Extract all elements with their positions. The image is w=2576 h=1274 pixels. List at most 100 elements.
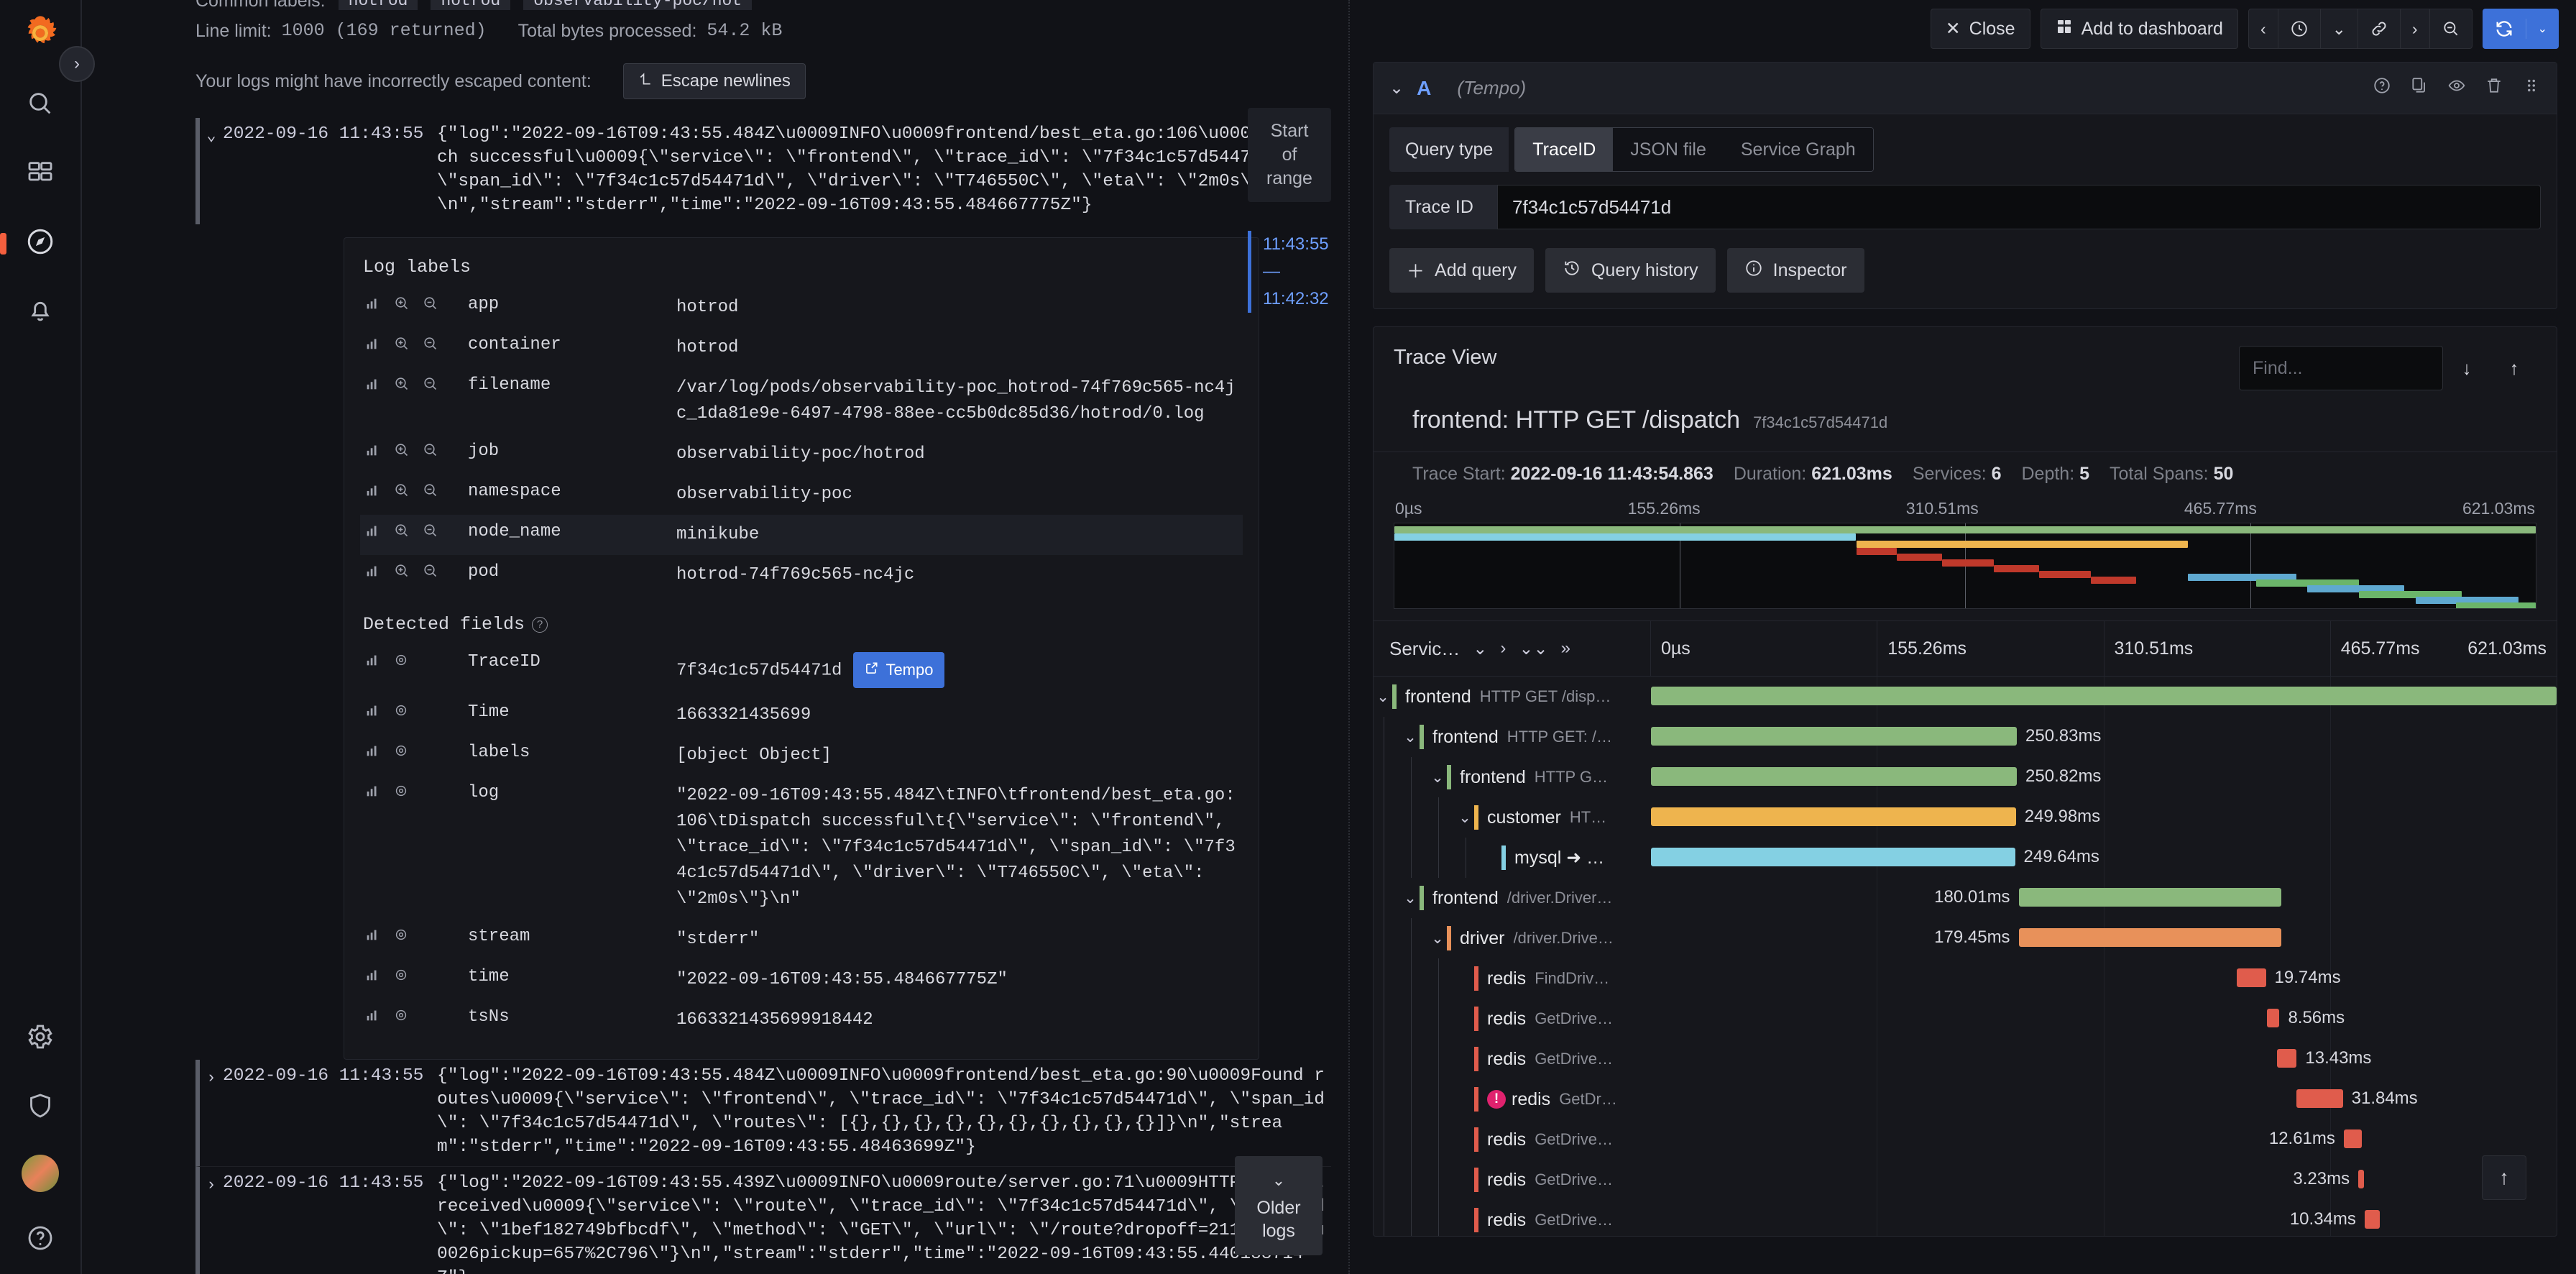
span-row-label[interactable]: ! redis GetDr… (1374, 1079, 1651, 1119)
span-row[interactable]: ⌄ frontend HTTP G… 250.82ms (1374, 757, 2557, 797)
span-row[interactable]: redis GetDrive… 12.61ms (1374, 1119, 2557, 1160)
zoom-out-button[interactable] (2430, 9, 2472, 48)
span-row-label[interactable]: ⌄ frontend HTTP G… (1374, 757, 1651, 797)
pane-divider[interactable] (1348, 0, 1354, 1274)
span-row[interactable]: redis FindDriv… 19.74ms (1374, 958, 2557, 999)
span-row[interactable]: ⌄ driver/driver.Drive… 179.45ms (1374, 918, 2557, 958)
span-row[interactable]: ⌄ frontend HTTP GET: /… 250.83ms (1374, 717, 2557, 757)
log-row[interactable]: › 2022-09-16 11:43:55 {"log":"2022-09-16… (196, 1166, 1331, 1274)
share-link-button[interactable] (2358, 9, 2401, 48)
common-label-chip[interactable]: hotrod (338, 0, 418, 10)
span-row-label[interactable]: mysql ➜ … (1374, 838, 1651, 878)
span-row[interactable]: redis GetDrive… 8.56ms (1374, 999, 2557, 1039)
log-label-row[interactable]: namespace observability-poc (360, 475, 1243, 515)
toggle-visibility-icon[interactable] (393, 652, 422, 672)
escape-newlines-button[interactable]: Escape newlines (622, 63, 806, 99)
query-ref-id[interactable]: A (1417, 77, 1431, 100)
span-row-timeline[interactable]: 249.98ms (1651, 797, 2557, 838)
span-row-label[interactable]: redis GetDrive… (1374, 1119, 1651, 1160)
query-history-button[interactable]: Query history (1545, 248, 1716, 293)
stats-icon[interactable] (364, 702, 393, 722)
log-label-row[interactable]: job observability-poc/hotrod (360, 434, 1243, 475)
span-expand-caret[interactable]: ⌄ (1428, 769, 1447, 787)
detected-field-row[interactable]: stream "stderr" (360, 920, 1243, 960)
trace-minimap[interactable] (1394, 523, 2536, 609)
span-row-timeline[interactable]: 12.61ms (1651, 1119, 2557, 1160)
span-expand-caret[interactable]: ⌄ (1428, 930, 1447, 948)
span-row-timeline[interactable] (1651, 677, 2557, 717)
nav-item-alerting[interactable] (0, 278, 80, 347)
stats-icon[interactable] (364, 783, 393, 802)
filter-out-icon[interactable] (422, 295, 451, 316)
span-row-label[interactable]: redis GetDrive… (1374, 999, 1651, 1039)
common-label-chip[interactable]: observability-poc/hot (523, 0, 753, 10)
log-row[interactable]: ⌄ 2022-09-16 11:43:55 {"log":"2022-09-16… (196, 118, 1331, 224)
common-label-chip[interactable]: hotrod (431, 0, 511, 10)
detected-field-row[interactable]: Time 1663321435699 (360, 695, 1243, 735)
log-label-row[interactable]: node_name minikube (360, 515, 1243, 555)
toggle-visibility-icon[interactable] (393, 967, 422, 986)
stats-icon[interactable] (364, 967, 393, 986)
toggle-visibility-icon[interactable] (393, 783, 422, 802)
detected-field-row[interactable]: labels [object Object] (360, 735, 1243, 776)
add-to-dashboard-button[interactable]: Add to dashboard (2040, 9, 2238, 49)
filter-for-icon[interactable] (393, 335, 422, 356)
add-query-button[interactable]: ＋ Add query (1389, 248, 1534, 293)
log-row-expand-caret[interactable]: › (200, 1064, 223, 1090)
refresh-interval-caret[interactable]: ⌄ (2526, 22, 2559, 36)
older-logs-button[interactable]: ⌄ Older logs (1235, 1156, 1322, 1255)
span-row-timeline[interactable]: 3.23ms (1651, 1160, 2557, 1200)
toggle-visibility-icon[interactable] (393, 1007, 422, 1027)
span-row[interactable]: redis GetDrive… 3.23ms (1374, 1160, 2557, 1200)
stats-icon[interactable] (364, 442, 393, 462)
span-row[interactable]: ⌄ frontend/driver.Driver… 180.01ms (1374, 878, 2557, 918)
span-row-label[interactable]: ⌄ frontend HTTP GET /disp… (1374, 677, 1651, 717)
span-row-label[interactable]: redis GetDrive… (1374, 1039, 1651, 1079)
drag-icon[interactable] (2522, 76, 2541, 100)
query-type-service-graph[interactable]: Service Graph (1723, 128, 1873, 171)
eye-icon[interactable] (2447, 76, 2466, 100)
stats-icon[interactable] (364, 376, 393, 395)
filter-out-icon[interactable] (422, 522, 451, 543)
detected-field-row[interactable]: tsNs 1663321435699918442 (360, 1000, 1243, 1040)
time-forward-button[interactable]: › (2401, 9, 2430, 48)
time-back-button[interactable]: ‹ (2249, 9, 2278, 48)
chevron-down-icon[interactable]: ⌄ (1473, 638, 1487, 659)
stats-icon[interactable] (364, 927, 393, 946)
span-expand-caret[interactable]: ⌄ (1401, 728, 1420, 746)
filter-out-icon[interactable] (422, 482, 451, 503)
span-row[interactable]: ! redis GetDr… 31.84ms (1374, 1079, 2557, 1119)
span-row-timeline[interactable]: 250.82ms (1651, 757, 2557, 797)
toggle-visibility-icon[interactable] (393, 702, 422, 722)
nav-item-search[interactable] (0, 70, 80, 139)
span-row-timeline[interactable]: 250.83ms (1651, 717, 2557, 757)
toggle-visibility-icon[interactable] (393, 743, 422, 762)
detected-field-row[interactable]: time "2022-09-16T09:43:55.484667775Z" (360, 960, 1243, 1000)
stats-icon[interactable] (364, 743, 393, 762)
trash-icon[interactable] (2485, 76, 2503, 100)
stats-icon[interactable] (364, 523, 393, 542)
filter-for-icon[interactable] (393, 522, 422, 543)
nav-item-explore[interactable] (0, 208, 80, 278)
stats-icon[interactable] (364, 336, 393, 355)
nav-item-server-admin[interactable] (0, 1073, 80, 1142)
log-label-row[interactable]: pod hotrod-74f769c565-nc4jc (360, 555, 1243, 595)
detected-field-row[interactable]: log "2022-09-16T09:43:55.484Z\tINFO\tfron… (360, 776, 1243, 920)
span-expand-caret[interactable]: ⌄ (1455, 809, 1474, 827)
chevrons-right-icon[interactable]: » (1561, 638, 1570, 659)
stats-icon[interactable] (364, 295, 393, 315)
tempo-datalink-button[interactable]: Tempo (853, 652, 945, 688)
span-row-timeline[interactable]: 249.64ms (1651, 838, 2557, 878)
query-collapse-caret[interactable]: ⌄ (1389, 78, 1404, 98)
close-button[interactable]: ✕ Close (1930, 9, 2030, 49)
span-row-label[interactable]: ⌄ frontend/driver.Driver… (1374, 878, 1651, 918)
nav-item-dashboards[interactable] (0, 139, 80, 208)
filter-out-icon[interactable] (422, 375, 451, 396)
query-type-json-file[interactable]: JSON file (1613, 128, 1724, 171)
log-label-row[interactable]: container hotrod (360, 328, 1243, 368)
stats-icon[interactable] (364, 482, 393, 502)
time-picker-caret[interactable]: ⌄ (2321, 9, 2358, 48)
log-row[interactable]: › 2022-09-16 11:43:55 {"log":"2022-09-16… (196, 1060, 1331, 1166)
span-row-timeline[interactable]: 179.45ms (1651, 918, 2557, 958)
filter-for-icon[interactable] (393, 295, 422, 316)
